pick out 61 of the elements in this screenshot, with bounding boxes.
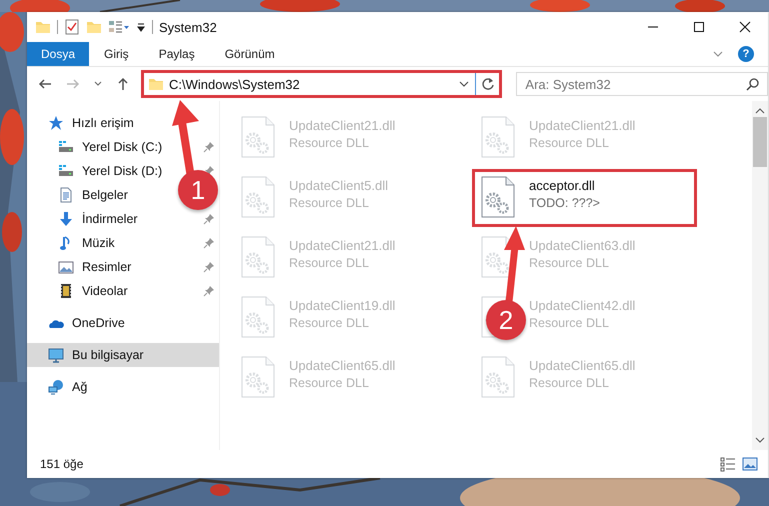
file-type: Resource DLL bbox=[529, 376, 610, 390]
file-type: Resource DLL bbox=[289, 316, 370, 330]
file-type: Resource DLL bbox=[289, 256, 370, 270]
search-field[interactable]: Ara: System32 bbox=[516, 72, 768, 96]
gear-file-icon bbox=[481, 176, 515, 218]
sidebar-item[interactable]: Resimler bbox=[82, 260, 132, 274]
sidebar-item[interactable]: Yerel Disk (C:) bbox=[82, 140, 162, 154]
help-button[interactable]: ? bbox=[738, 46, 754, 62]
gear-file-icon bbox=[241, 296, 275, 338]
scrollbar-thumb[interactable] bbox=[753, 117, 767, 167]
film-icon bbox=[58, 283, 74, 299]
sidebar-item[interactable]: OneDrive bbox=[72, 316, 125, 330]
file-type: Resource DLL bbox=[289, 136, 370, 150]
sidebar-item[interactable]: İndirmeler bbox=[82, 212, 138, 226]
folder-icon bbox=[148, 76, 164, 92]
drive-icon bbox=[58, 163, 74, 179]
ribbon-tab[interactable]: Paylaş bbox=[144, 42, 210, 66]
ribbon-tab[interactable]: Görünüm bbox=[210, 42, 290, 66]
file-type: TODO: ???> bbox=[529, 196, 600, 210]
document-icon bbox=[58, 187, 74, 203]
monitor-icon bbox=[48, 347, 64, 363]
sidebar-item[interactable]: Belgeler bbox=[82, 188, 128, 202]
item-count: 151 öğe bbox=[40, 457, 84, 471]
file-type: Resource DLL bbox=[529, 136, 610, 150]
address-path: C:\Windows\System32 bbox=[169, 76, 301, 92]
drive-icon bbox=[58, 139, 74, 155]
gear-file-icon bbox=[481, 356, 515, 398]
gear-file-icon bbox=[241, 236, 275, 278]
scrollbar[interactable] bbox=[752, 101, 768, 450]
search-icon[interactable] bbox=[746, 77, 760, 91]
gear-file-icon bbox=[241, 116, 275, 158]
ribbon-tab[interactable]: Dosya bbox=[27, 42, 90, 66]
details-view-icon[interactable] bbox=[720, 456, 736, 472]
sidebar-item[interactable]: Videolar bbox=[82, 284, 128, 298]
window-title: System32 bbox=[159, 20, 217, 34]
file-type: Resource DLL bbox=[529, 316, 610, 330]
file-type: Resource DLL bbox=[529, 256, 610, 270]
sidebar-item[interactable]: Müzik bbox=[82, 236, 115, 250]
checklist-icon[interactable] bbox=[64, 19, 80, 35]
gear-file-icon bbox=[241, 356, 275, 398]
sidebar-item[interactable]: Hızlı erişim bbox=[72, 116, 134, 130]
close-icon[interactable] bbox=[739, 21, 751, 33]
address-bar[interactable]: C:\Windows\System32 bbox=[141, 70, 502, 98]
file-type: Resource DLL bbox=[289, 196, 370, 210]
file-tile[interactable]: acceptor.dll TODO: ???> bbox=[472, 169, 697, 227]
ribbon-tab[interactable]: Giriş bbox=[89, 42, 144, 66]
network-icon bbox=[48, 379, 64, 395]
file-name: acceptor.dll bbox=[529, 178, 596, 193]
refresh-icon[interactable] bbox=[481, 77, 496, 91]
download-icon bbox=[58, 211, 74, 227]
sidebar-item[interactable]: Yerel Disk (D:) bbox=[82, 164, 162, 178]
file-type: Resource DLL bbox=[289, 376, 370, 390]
picture-icon bbox=[58, 259, 74, 275]
star-icon bbox=[48, 115, 64, 131]
sidebar-item[interactable]: Bu bilgisayar bbox=[27, 343, 219, 367]
properties-icon[interactable] bbox=[108, 19, 130, 35]
maximize-icon[interactable] bbox=[693, 21, 705, 33]
large-icons-view-icon[interactable] bbox=[742, 456, 758, 472]
sidebar-item[interactable]: Ağ bbox=[72, 380, 88, 394]
gear-file-icon bbox=[241, 176, 275, 218]
gear-file-icon bbox=[481, 116, 515, 158]
